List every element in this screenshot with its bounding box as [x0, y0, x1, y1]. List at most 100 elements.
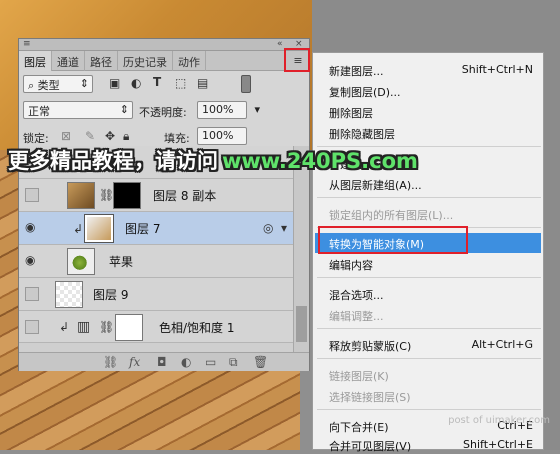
watermark-banner: 更多精品教程，请访问 www.240PS.com: [8, 145, 418, 175]
lock-pixels-icon[interactable]: ✎: [85, 129, 95, 143]
layer-row-layer7[interactable]: ◉ ↲ 图层 7 ◎ ▾: [19, 212, 293, 245]
collapse-icon[interactable]: «: [277, 39, 283, 49]
menu-item-delete-layer[interactable]: 删除图层: [329, 105, 373, 121]
visibility-toggle[interactable]: [25, 287, 39, 301]
layer-row-layer9[interactable]: 图层 9: [19, 278, 293, 311]
menu-item-release-clipping-mask[interactable]: 释放剪贴蒙版(C): [329, 338, 411, 354]
tab-channels[interactable]: 通道: [52, 51, 85, 71]
new-layer-icon[interactable]: ⧉: [229, 355, 238, 370]
filter-kind-label: 类型: [37, 79, 60, 92]
adjustment-filter-icon[interactable]: ◐: [131, 76, 141, 90]
tab-paths[interactable]: 路径: [85, 51, 118, 71]
panel-bottom-toolbar: ⛓ fx ◘ ◐ ▭ ⧉ 🗑︎: [19, 352, 309, 371]
eye-icon[interactable]: ◉: [25, 253, 35, 267]
layer-mask-thumbnail: [113, 182, 141, 209]
menu-separator: [317, 409, 541, 410]
panel-title-bar[interactable]: ≡ « ×: [19, 39, 309, 51]
menu-item-merge-visible[interactable]: 合并可见图层(V): [329, 438, 411, 454]
clip-arrow-icon: ↲: [59, 320, 70, 334]
menu-separator: [317, 197, 541, 198]
chevron-updown-icon: ⇕: [119, 103, 129, 116]
layer-name: 图层 8 副本: [153, 189, 217, 203]
watermark-text: 更多精品教程，请访问: [8, 149, 218, 173]
scrollbar-thumb[interactable]: [296, 306, 307, 342]
visibility-toggle[interactable]: [25, 188, 39, 202]
menu-item-duplicate-layer[interactable]: 复制图层(D)...: [329, 84, 401, 100]
menu-item-select-linked-layers: 选择链接图层(S): [329, 391, 411, 404]
shape-filter-icon[interactable]: ⬚: [175, 76, 186, 90]
panel-grip-icon[interactable]: ≡: [23, 39, 31, 49]
shortcut-new-layer: Shift+Ctrl+N: [461, 63, 533, 76]
menu-item-link-layers: 链接图层(K): [329, 370, 389, 383]
eye-icon[interactable]: ◉: [25, 220, 35, 234]
opacity-label: 不透明度:: [139, 106, 187, 119]
layer-row-hue-saturation[interactable]: ↲ ▥ ⛓ 色相/饱和度 1: [19, 311, 293, 343]
fx-icon[interactable]: fx: [129, 355, 140, 369]
menu-separator: [317, 277, 541, 278]
tab-layers[interactable]: 图层: [19, 51, 52, 71]
convert-item-highlight-box: [318, 226, 468, 254]
search-icon: ⌕: [28, 79, 35, 92]
layer-row-apple[interactable]: ◉ 苹果: [19, 245, 293, 278]
add-mask-icon[interactable]: ◘: [157, 355, 167, 369]
effects-icon[interactable]: ◎: [263, 221, 273, 235]
lock-position-icon[interactable]: ✥: [105, 129, 115, 143]
menu-item-edit-contents[interactable]: 编辑内容: [329, 257, 373, 273]
layer-name: 图层 7: [125, 222, 161, 236]
tab-history[interactable]: 历史记录: [118, 51, 173, 71]
chevron-updown-icon: ⇕: [79, 77, 89, 90]
layer-row-layer8-copy[interactable]: ⛓ 图层 8 副本: [19, 179, 293, 212]
lock-all-icon[interactable]: 🔒︎: [123, 129, 129, 144]
new-group-icon[interactable]: ▭: [205, 355, 216, 369]
menu-item-blending-options[interactable]: 混合选项...: [329, 287, 384, 303]
layer-mask-thumbnail: [115, 314, 143, 341]
menu-separator: [317, 358, 541, 359]
clip-arrow-icon: ↲: [73, 222, 84, 236]
link-layers-icon[interactable]: ⛓: [103, 355, 118, 369]
watermark-url: www.240PS.com: [222, 149, 418, 173]
footer-credit: post of uimaker.com: [448, 415, 550, 426]
menu-separator: [317, 328, 541, 329]
link-icon: ⛓: [99, 188, 115, 202]
filter-kind-select[interactable]: ⌕ 类型 ⇕: [23, 75, 93, 93]
filter-toggle[interactable]: [241, 75, 251, 93]
type-filter-icon[interactable]: T: [153, 75, 161, 89]
lock-transparent-icon[interactable]: ⊠: [61, 129, 71, 143]
visibility-toggle[interactable]: [25, 320, 39, 334]
new-adjustment-icon[interactable]: ◐: [181, 355, 191, 369]
menu-item-new-layer[interactable]: 新建图层...: [329, 63, 384, 79]
trash-icon[interactable]: 🗑︎: [253, 355, 268, 369]
menu-item-merge-down[interactable]: 向下合并(E): [329, 419, 389, 435]
tab-actions[interactable]: 动作: [173, 51, 206, 71]
layers-scrollbar[interactable]: [293, 146, 309, 352]
layer-thumbnail: [67, 182, 95, 209]
blend-mode-select[interactable]: 正常 ⇕: [23, 101, 133, 119]
panel-tabs: 图层 通道 路径 历史记录 动作 ≡: [19, 51, 309, 71]
opacity-value: 100%: [202, 103, 234, 116]
opacity-input[interactable]: 100% ▾: [197, 101, 260, 119]
shortcut-release-clipping-mask: Alt+Ctrl+G: [471, 338, 533, 351]
pixel-filter-icon[interactable]: ▣: [109, 76, 120, 90]
layer-thumbnail: [67, 248, 95, 275]
blend-mode-value: 正常: [28, 105, 50, 118]
layers-panel: ≡ « × 图层 通道 路径 历史记录 动作 ≡ ⌕ 类型 ⇕ ▣ ◐ T ⬚ …: [18, 38, 310, 371]
lock-label: 锁定:: [23, 132, 49, 145]
layers-list: ⛓ 图层 8 副本 ◉ ↲ 图层 7 ◎ ▾ ◉ 苹果 图层 9 ↲ ▥ ⛓ 色…: [19, 146, 293, 352]
menu-item-lock-all-in-group: 锁定组内的所有图层(L)...: [329, 209, 454, 222]
fill-label: 填充:: [164, 132, 190, 145]
chevron-down-icon[interactable]: ▾: [254, 103, 260, 116]
menu-button-highlight-box: [284, 48, 310, 72]
layer-thumbnail: [55, 281, 83, 308]
layer-name: 色相/饱和度 1: [159, 321, 235, 335]
chevron-down-icon[interactable]: ▾: [281, 221, 287, 235]
menu-item-edit-adjustment: 编辑调整...: [329, 310, 384, 323]
layer-thumbnail: [84, 214, 114, 243]
layer-name: 苹果: [109, 255, 134, 269]
link-icon: ⛓: [99, 320, 115, 334]
layer-name: 图层 9: [93, 288, 129, 302]
menu-item-group-from-layers[interactable]: 从图层新建组(A)...: [329, 177, 422, 193]
smart-object-filter-icon[interactable]: ▤: [197, 76, 208, 90]
menu-item-delete-hidden[interactable]: 删除隐藏图层: [329, 126, 395, 142]
fill-input[interactable]: 100%: [197, 127, 247, 145]
fill-value: 100%: [202, 129, 234, 142]
